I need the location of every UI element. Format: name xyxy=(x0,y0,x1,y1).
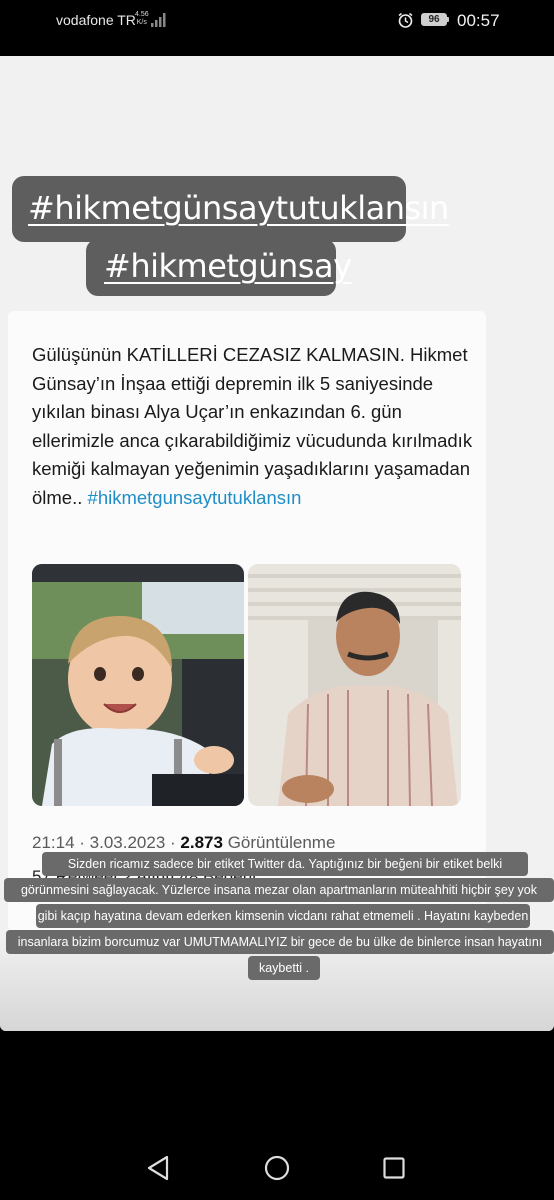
status-bar: vodafone TR 4.56 K/s 96 00:57 xyxy=(0,0,554,44)
hashtag-text[interactable]: #hikmetgünsay xyxy=(104,247,352,285)
hashtag-text[interactable]: #hikmetgünsaytutuklansın xyxy=(28,189,449,227)
story-frame[interactable]: #hikmetgünsaytutuklansın #hikmetgünsay G… xyxy=(0,56,554,1031)
tweet-screenshot: Gülüşünün KATİLLERİ CEZASIZ KALMASIN. Hi… xyxy=(8,311,486,931)
caption-line[interactable]: gibi kaçıp hayatına devam ederken kimsen… xyxy=(36,904,530,928)
hashtag-sticker[interactable]: #hikmetgünsaytutuklansın xyxy=(12,176,449,242)
caption-line[interactable]: Sizden ricamız sadece bir etiket Twitter… xyxy=(42,852,528,876)
system-navigation-bar xyxy=(0,1120,554,1200)
back-triangle-icon[interactable] xyxy=(146,1155,170,1181)
caption-line[interactable]: kaybetti . xyxy=(248,956,320,980)
caption-line[interactable]: görünmesini sağlayacak. Yüzlerce insana … xyxy=(4,878,554,902)
tweet-view-label: Görüntülenme xyxy=(227,833,336,852)
recents-square-icon[interactable] xyxy=(383,1157,405,1179)
tweet-metadata: 21:14 · 3.03.2023 · 2.873 Görüntülenme xyxy=(32,833,335,853)
network-speed: 4.56 K/s xyxy=(135,11,149,26)
alarm-icon xyxy=(398,12,413,28)
tweet-text: Gülüşünün KATİLLERİ CEZASIZ KALMASIN. Hi… xyxy=(32,344,473,508)
hashtag-sticker[interactable]: #hikmetgünsay xyxy=(86,239,352,296)
tweet-photo-child xyxy=(32,564,244,806)
carrier-name: vodafone TR xyxy=(56,12,136,28)
tweet-photo-man xyxy=(248,564,461,806)
caption-line[interactable]: insanlara bizim borcumuz var UMUTMAMALIY… xyxy=(6,930,554,954)
battery-tip xyxy=(447,17,449,22)
tweet-body: Gülüşünün KATİLLERİ CEZASIZ KALMASIN. Hi… xyxy=(32,341,482,513)
battery-icon: 96 xyxy=(421,13,447,26)
tweet-view-count: 2.873 xyxy=(180,833,223,852)
clock: 00:57 xyxy=(457,11,500,30)
tweet-hashtag-link: #hikmetgunsaytutuklansın xyxy=(87,486,302,508)
signal-icon xyxy=(151,13,166,27)
home-circle-icon[interactable] xyxy=(264,1155,290,1181)
tweet-timestamp: 21:14 · 3.03.2023 · xyxy=(32,833,176,852)
